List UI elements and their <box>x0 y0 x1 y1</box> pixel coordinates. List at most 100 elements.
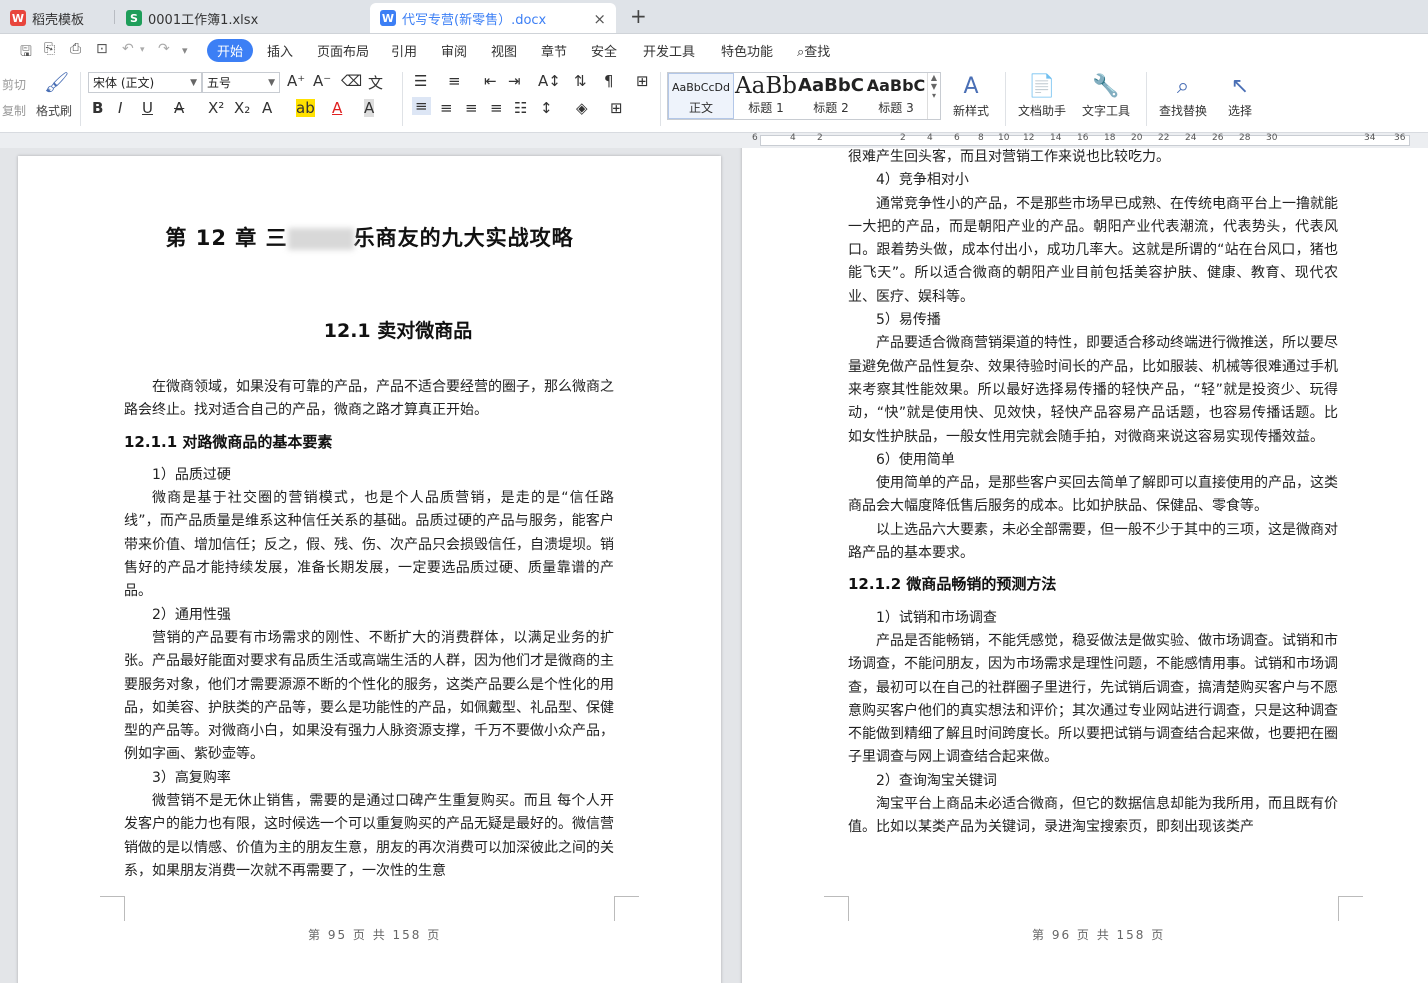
text-effect-icon[interactable]: A <box>262 99 272 117</box>
export-pdf-icon[interactable]: ⎘ <box>44 41 55 57</box>
align-right-icon[interactable]: ≡ <box>465 99 478 117</box>
menu-special-features[interactable]: 特色功能 <box>721 41 773 60</box>
decrease-indent-icon[interactable]: ⇤ <box>484 72 497 90</box>
wps-logo-icon: W <box>10 10 26 26</box>
margin-corner-mark <box>614 896 639 921</box>
print-preview-icon[interactable]: ⊡ <box>96 41 108 57</box>
menu-home[interactable]: 开始 <box>207 39 254 62</box>
numbered-list-icon[interactable]: ≡ <box>448 72 461 90</box>
page-95[interactable]: 第 12 章 三乐商友的九大实战攻略 12.1 卖对微商品 在微商领域，如果没有… <box>18 156 721 983</box>
ruler-number: 22 <box>1158 133 1170 143</box>
menu-chapter[interactable]: 章节 <box>541 41 567 60</box>
text-direction-icon[interactable]: A↕ <box>538 72 561 90</box>
char-shading-icon[interactable]: A <box>364 99 375 117</box>
superscript-icon[interactable]: X² <box>208 99 224 117</box>
distribute-icon[interactable]: ☷ <box>514 99 527 117</box>
menu-security[interactable]: 安全 <box>591 41 617 60</box>
style-heading-3[interactable]: AaBbC 标题 3 <box>864 73 928 119</box>
align-center-icon[interactable]: ≡ <box>440 99 453 117</box>
divider <box>402 72 403 126</box>
phonetic-guide-icon[interactable]: 文 <box>368 72 383 93</box>
paragraph: 微商是基于社交圈的营销模式，也是个人品质营销，是走的是“信任路线”，而产品质量是… <box>124 490 614 600</box>
cut-button[interactable]: 剪切 <box>2 76 26 93</box>
print-icon[interactable]: ⎙ <box>70 41 81 57</box>
search-icon: ⌕ <box>1176 74 1190 99</box>
menu-page-layout[interactable]: 页面布局 <box>317 41 369 60</box>
grow-font-icon[interactable]: A⁺ <box>287 72 305 90</box>
menu-bar: 🖫 ⎘ ⎙ ⊡ ↶ ▾ ↷ ▾ 开始 插入 页面布局 引用 审阅 视图 章节 安… <box>0 34 1428 66</box>
tab-spreadsheet[interactable]: S 0001工作簿1.xlsx <box>116 3 366 33</box>
tab-label: 代写专营(新零售）.docx <box>402 12 547 28</box>
undo-icon[interactable]: ↶ <box>122 41 134 57</box>
tab-document[interactable]: W 代写专营(新零售）.docx × <box>370 3 616 33</box>
menu-references[interactable]: 引用 <box>391 41 417 60</box>
ruler-number: 30 <box>1266 133 1278 143</box>
shading-icon[interactable]: ◈ <box>576 99 588 117</box>
shrink-font-icon[interactable]: A⁻ <box>313 72 331 90</box>
new-style-button[interactable]: A 新样式 <box>948 72 994 119</box>
font-color-icon[interactable]: A <box>332 99 342 117</box>
horizontal-ruler[interactable]: 6 4 2 2 4 6 8 10 12 14 16 18 20 22 24 26… <box>0 133 1428 148</box>
table-icon[interactable]: ⊞ <box>636 72 649 90</box>
cursor-icon: ↖ <box>1230 74 1250 99</box>
line-spacing-icon[interactable]: ↕ <box>540 99 553 117</box>
chevron-down-icon[interactable]: ▾ <box>140 45 145 55</box>
borders-icon[interactable]: ⊞ <box>610 99 623 117</box>
align-left-icon[interactable]: ≡ <box>412 97 431 115</box>
ruler-number: 4 <box>927 133 933 143</box>
sort-icon[interactable]: ⇅ <box>574 72 587 90</box>
ruler-number: 16 <box>1077 133 1089 143</box>
underline-icon[interactable]: U <box>142 99 153 117</box>
menu-view[interactable]: 视图 <box>491 41 517 60</box>
item-heading: 3）高复购率 <box>152 769 231 786</box>
page-96[interactable]: 很难产生回头客，而且对营销工作来说也比较吃力。 4）竞争相对小 通常竞争性小的产… <box>742 148 1428 983</box>
doc-assistant-button[interactable]: 📄 文档助手 <box>1014 72 1070 119</box>
bold-icon[interactable]: B <box>92 99 103 117</box>
menu-review[interactable]: 审阅 <box>441 41 467 60</box>
highlight-icon[interactable]: ab <box>296 99 315 117</box>
customize-toolbar-icon[interactable]: ▾ <box>182 44 188 57</box>
find-replace-button[interactable]: ⌕ 查找替换 <box>1152 72 1214 119</box>
subsection-title: 12.1.2 微商品畅销的预测方法 <box>848 575 1057 594</box>
justify-icon[interactable]: ≡ <box>490 99 503 117</box>
style-heading-1[interactable]: AaBb 标题 1 <box>734 73 798 119</box>
subscript-icon[interactable]: X₂ <box>234 99 250 117</box>
font-size-select[interactable]: 五号 ▼ <box>202 72 280 93</box>
save-icon[interactable]: 🖫 <box>20 41 32 65</box>
ruler-number: 8 <box>978 133 984 143</box>
styles-scroll[interactable]: ▲ ▼ ▾ <box>927 73 940 119</box>
styles-gallery: AaBbCcDd 正文 AaBb 标题 1 AaBbC 标题 2 AaBbC 标… <box>667 72 941 120</box>
divider <box>1005 72 1006 126</box>
menu-find[interactable]: ⌕查找 <box>797 41 830 60</box>
ruler-number: 26 <box>1212 133 1224 143</box>
format-painter-button[interactable]: 格式刷 <box>36 102 72 119</box>
bullet-list-icon[interactable]: ☰ <box>414 72 427 90</box>
font-name-select[interactable]: 宋体 (正文) ▼ <box>88 72 202 93</box>
copy-button[interactable]: 复制 <box>2 102 26 119</box>
increase-indent-icon[interactable]: ⇥ <box>508 72 521 90</box>
select-button[interactable]: ↖ 选择 <box>1218 72 1262 119</box>
tab-docer[interactable]: W 稻壳模板 <box>0 3 112 33</box>
document-area[interactable]: 第 12 章 三乐商友的九大实战攻略 12.1 卖对微商品 在微商领域，如果没有… <box>0 148 1428 983</box>
text-tools-button[interactable]: 🔧 文字工具 <box>1074 72 1138 119</box>
show-marks-icon[interactable]: ¶ <box>604 72 614 90</box>
style-heading-2[interactable]: AaBbC 标题 2 <box>798 73 864 119</box>
ruler-number: 2 <box>900 133 906 143</box>
paragraph: 产品是否能畅销，不能凭感觉，稳妥做法是做实验、做市场调查。试销和市场调查，不能问… <box>848 632 1338 766</box>
italic-icon[interactable]: I <box>118 99 122 117</box>
style-normal[interactable]: AaBbCcDd 正文 <box>668 73 734 119</box>
ruler-number: 12 <box>1023 133 1035 143</box>
page-body: 在微商领域，如果没有可靠的产品，产品不适合要经营的圈子，那么微商之路会终止。找对… <box>124 376 614 883</box>
new-tab-button[interactable]: + <box>630 4 647 28</box>
menu-developer[interactable]: 开发工具 <box>643 41 695 60</box>
format-painter-icon[interactable]: 🖌 <box>44 70 69 94</box>
ruler-number: 28 <box>1239 133 1251 143</box>
redo-icon[interactable]: ↷ <box>158 41 170 57</box>
section-title: 12.1 卖对微商品 <box>323 320 473 342</box>
ruler-number: 6 <box>752 133 758 143</box>
menu-insert[interactable]: 插入 <box>267 41 293 60</box>
close-icon[interactable]: × <box>593 10 606 28</box>
wrench-icon: 🔧 <box>1092 74 1120 99</box>
clear-format-icon[interactable]: ⌫ <box>341 72 362 90</box>
strikethrough-icon[interactable]: A <box>174 99 184 117</box>
